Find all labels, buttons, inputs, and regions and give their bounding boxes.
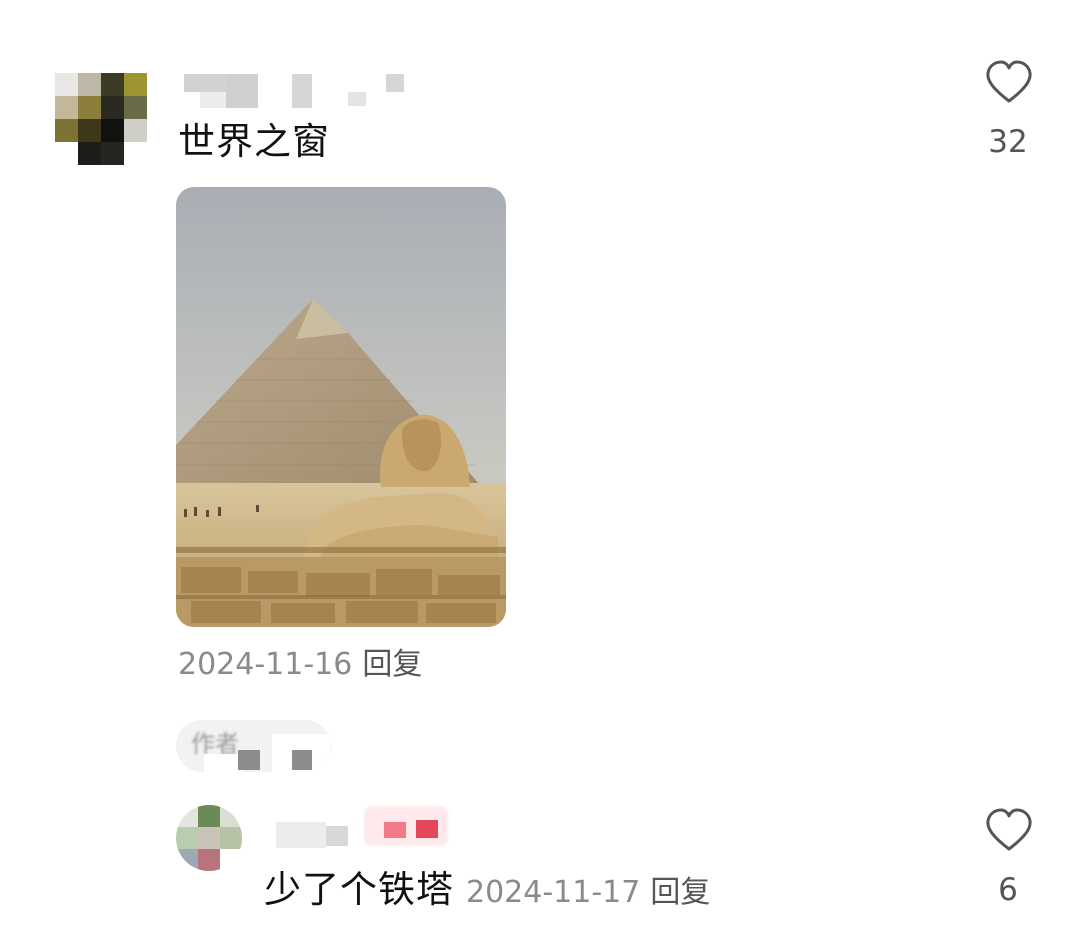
pyramid-and-sphinx-photo[interactable] (176, 187, 506, 627)
like-button[interactable] (984, 806, 1034, 856)
badge-redacted (384, 822, 406, 838)
like-count: 32 (988, 124, 1028, 160)
comment-line: 少了个铁塔 2024-11-17 回复 (264, 866, 710, 921)
comment-1-avatar[interactable] (55, 73, 147, 165)
comment-date: 2024-11-16 (178, 647, 353, 682)
author-tag: 作者 (176, 720, 331, 772)
comment-text: 少了个铁塔 (264, 868, 454, 911)
badge-redacted (416, 820, 438, 838)
like-button[interactable] (984, 58, 1034, 108)
comment-meta: 2024-11-16 回复 (178, 643, 422, 687)
like-count: 6 (998, 872, 1018, 908)
reply-button[interactable]: 回复 (650, 875, 710, 910)
reply-button[interactable]: 回复 (362, 647, 422, 682)
comment-2-avatar[interactable] (176, 805, 242, 871)
comment-text: 世界之窗 (178, 120, 330, 163)
heart-outline-icon (986, 60, 1032, 103)
comment-date: 2024-11-17 (466, 875, 641, 910)
heart-outline-icon (986, 808, 1032, 851)
